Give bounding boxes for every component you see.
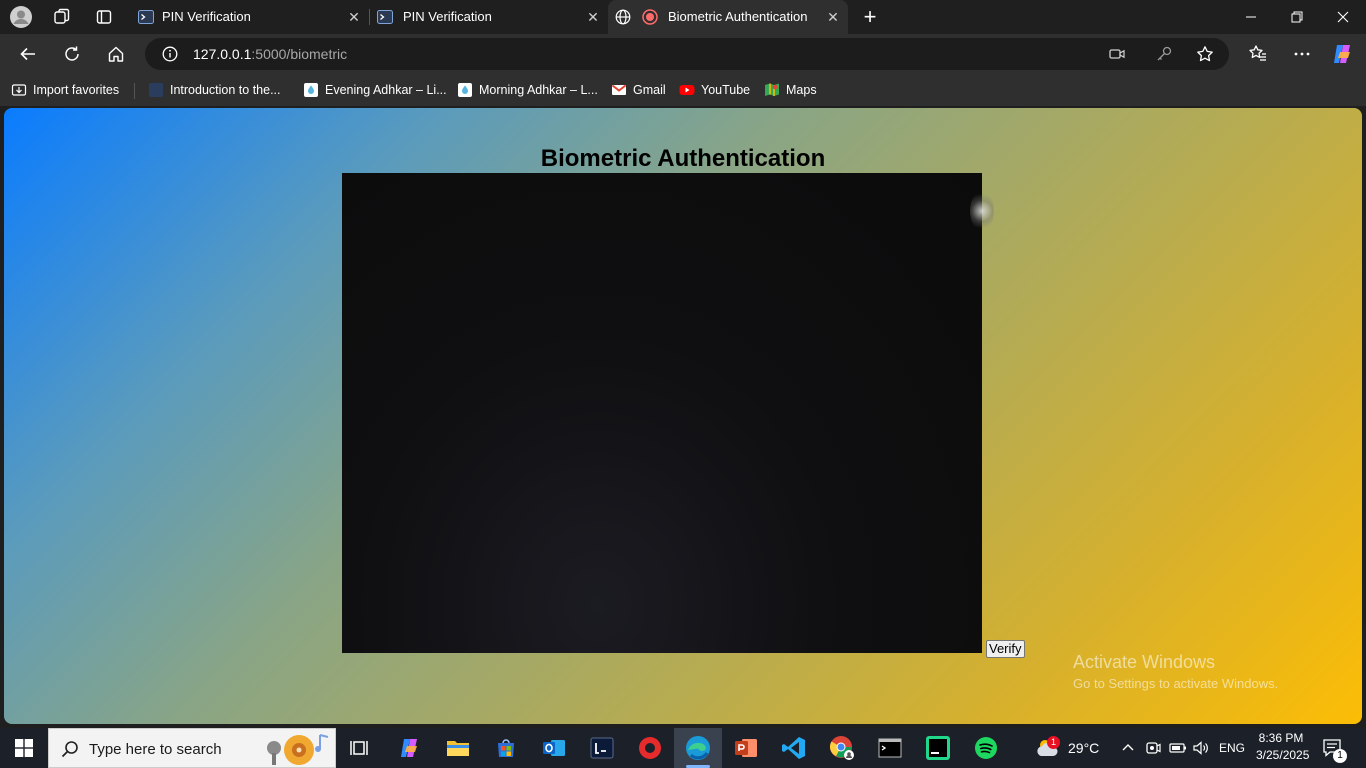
- bookmark-evening-adhkar[interactable]: Evening Adhkar – Li...: [303, 81, 447, 99]
- spotify-icon[interactable]: [972, 734, 1000, 762]
- tab-actions-icon[interactable]: [93, 6, 115, 28]
- globe-icon: [615, 9, 631, 25]
- gmail-icon: [611, 82, 627, 98]
- bookmark-label: Morning Adhkar – L...: [479, 83, 598, 97]
- search-icon: [61, 740, 79, 758]
- clock-time: 8:36 PM: [1258, 731, 1304, 745]
- terminal-icon: [138, 9, 154, 25]
- verify-button[interactable]: Verify: [986, 640, 1025, 658]
- home-button[interactable]: [104, 42, 128, 66]
- pycharm-icon[interactable]: [924, 734, 952, 762]
- import-icon: [11, 82, 27, 98]
- camera-video-feed: [342, 173, 994, 653]
- watermark-subtitle: Go to Settings to activate Windows.: [1073, 676, 1279, 691]
- task-view-icon[interactable]: [346, 734, 374, 762]
- windows-start-icon[interactable]: [10, 734, 38, 762]
- command-prompt-icon[interactable]: [876, 734, 904, 762]
- weather-alert-badge: 1: [1047, 736, 1060, 749]
- bookmark-label: Import favorites: [33, 83, 120, 97]
- copilot-taskbar-icon[interactable]: [396, 734, 424, 762]
- info-icon[interactable]: [162, 46, 178, 62]
- url-text[interactable]: 127.0.0.1:5000/biometric: [193, 46, 347, 62]
- url-host: 127.0.0.1: [193, 46, 252, 62]
- bookmark-separator: [134, 83, 135, 99]
- chevron-up-icon[interactable]: [1120, 740, 1136, 756]
- bookmark-morning-adhkar[interactable]: Morning Adhkar – L...: [457, 81, 598, 99]
- bookmark-youtube[interactable]: YouTube: [679, 81, 750, 99]
- favorites-button[interactable]: [1246, 42, 1270, 66]
- volume-icon[interactable]: [1192, 740, 1210, 756]
- youtube-icon: [679, 82, 695, 98]
- bookmark-maps[interactable]: Maps: [764, 81, 817, 99]
- drop-icon: [303, 82, 319, 98]
- weather-temperature[interactable]: 29°C: [1068, 740, 1099, 756]
- screen-recorder-icon[interactable]: [636, 734, 664, 762]
- bookmark-label: Gmail: [633, 83, 666, 97]
- workspaces-icon[interactable]: [51, 6, 73, 28]
- video-light-glare: [970, 191, 994, 231]
- camera-in-use-icon[interactable]: [1109, 46, 1125, 62]
- navigation-bar: 127.0.0.1:5000/biometric: [0, 34, 1366, 74]
- favorite-star-icon[interactable]: [1196, 45, 1214, 63]
- profile-avatar-icon[interactable]: [10, 6, 32, 28]
- search-highlight-icon[interactable]: [265, 731, 335, 767]
- new-tab-button[interactable]: +: [859, 6, 881, 28]
- browser-title-bar: PIN Verification ✕ PIN Verification ✕ Bi…: [0, 0, 1366, 34]
- bookmark-import-favorites[interactable]: Import favorites: [11, 81, 119, 99]
- tab-pin-verification-2[interactable]: PIN Verification ✕: [371, 0, 607, 34]
- bookmark-label: Introduction to the...: [170, 83, 281, 97]
- vscode-icon[interactable]: [780, 734, 808, 762]
- bookmark-label: YouTube: [701, 83, 751, 97]
- file-explorer-icon[interactable]: [444, 734, 472, 762]
- page-title: Biometric Authentication: [540, 145, 826, 172]
- bookmark-label: Evening Adhkar – Li...: [325, 83, 447, 97]
- terminal-app-icon[interactable]: [588, 734, 616, 762]
- terminal-icon: [377, 9, 393, 25]
- chrome-icon[interactable]: [828, 734, 856, 762]
- recording-icon: [642, 9, 658, 25]
- notification-count-badge: 1: [1333, 749, 1347, 763]
- tab-separator: [369, 9, 370, 25]
- windows-taskbar: Type here to search 1 29°C ENG 8:36 PM 3…: [0, 728, 1366, 768]
- tab-label: PIN Verification: [162, 9, 251, 24]
- taskbar-search-box[interactable]: Type here to search: [48, 728, 336, 768]
- close-icon[interactable]: ✕: [346, 9, 362, 25]
- maps-icon: [764, 82, 780, 98]
- favorites-bar: Import favorites Introduction to the... …: [0, 74, 1366, 106]
- restore-button[interactable]: [1274, 0, 1320, 34]
- camera-tray-icon[interactable]: [1145, 740, 1161, 756]
- back-button[interactable]: [16, 42, 40, 66]
- clock[interactable]: 8:36 PM 3/25/2025: [1256, 731, 1310, 762]
- activate-windows-watermark: Activate Windows Go to Settings to activ…: [1073, 652, 1278, 691]
- microsoft-store-icon[interactable]: [492, 734, 520, 762]
- page-viewport: Biometric Authentication Verify Activate…: [4, 108, 1362, 724]
- bookmark-gmail[interactable]: Gmail: [611, 81, 666, 99]
- powerpoint-icon[interactable]: [732, 734, 760, 762]
- copilot-icon[interactable]: [1331, 42, 1355, 66]
- more-menu-button[interactable]: [1290, 42, 1314, 66]
- tab-pin-verification-1[interactable]: PIN Verification ✕: [130, 0, 368, 34]
- tab-biometric-authentication[interactable]: Biometric Authentication ✕: [608, 0, 848, 34]
- battery-icon[interactable]: [1169, 740, 1187, 756]
- bookmark-label: Maps: [786, 83, 817, 97]
- url-path: :5000/biometric: [251, 46, 348, 62]
- page-icon: [148, 82, 164, 98]
- password-key-icon[interactable]: [1156, 46, 1172, 62]
- address-bar[interactable]: 127.0.0.1:5000/biometric: [145, 38, 1229, 70]
- search-placeholder: Type here to search: [89, 741, 222, 758]
- watermark-title: Activate Windows: [1073, 652, 1216, 672]
- bookmark-introduction[interactable]: Introduction to the...: [148, 81, 281, 99]
- tab-label: PIN Verification: [403, 9, 492, 24]
- minimize-button[interactable]: [1228, 0, 1274, 34]
- close-icon[interactable]: ✕: [585, 9, 601, 25]
- outlook-icon[interactable]: [540, 734, 568, 762]
- clock-date: 3/25/2025: [1256, 748, 1310, 762]
- close-window-button[interactable]: [1320, 0, 1366, 34]
- edge-browser-icon[interactable]: [684, 734, 712, 762]
- refresh-button[interactable]: [60, 42, 84, 66]
- drop-icon: [457, 82, 473, 98]
- tab-label: Biometric Authentication: [668, 9, 808, 24]
- language-indicator[interactable]: ENG: [1219, 741, 1245, 755]
- close-icon[interactable]: ✕: [825, 9, 841, 25]
